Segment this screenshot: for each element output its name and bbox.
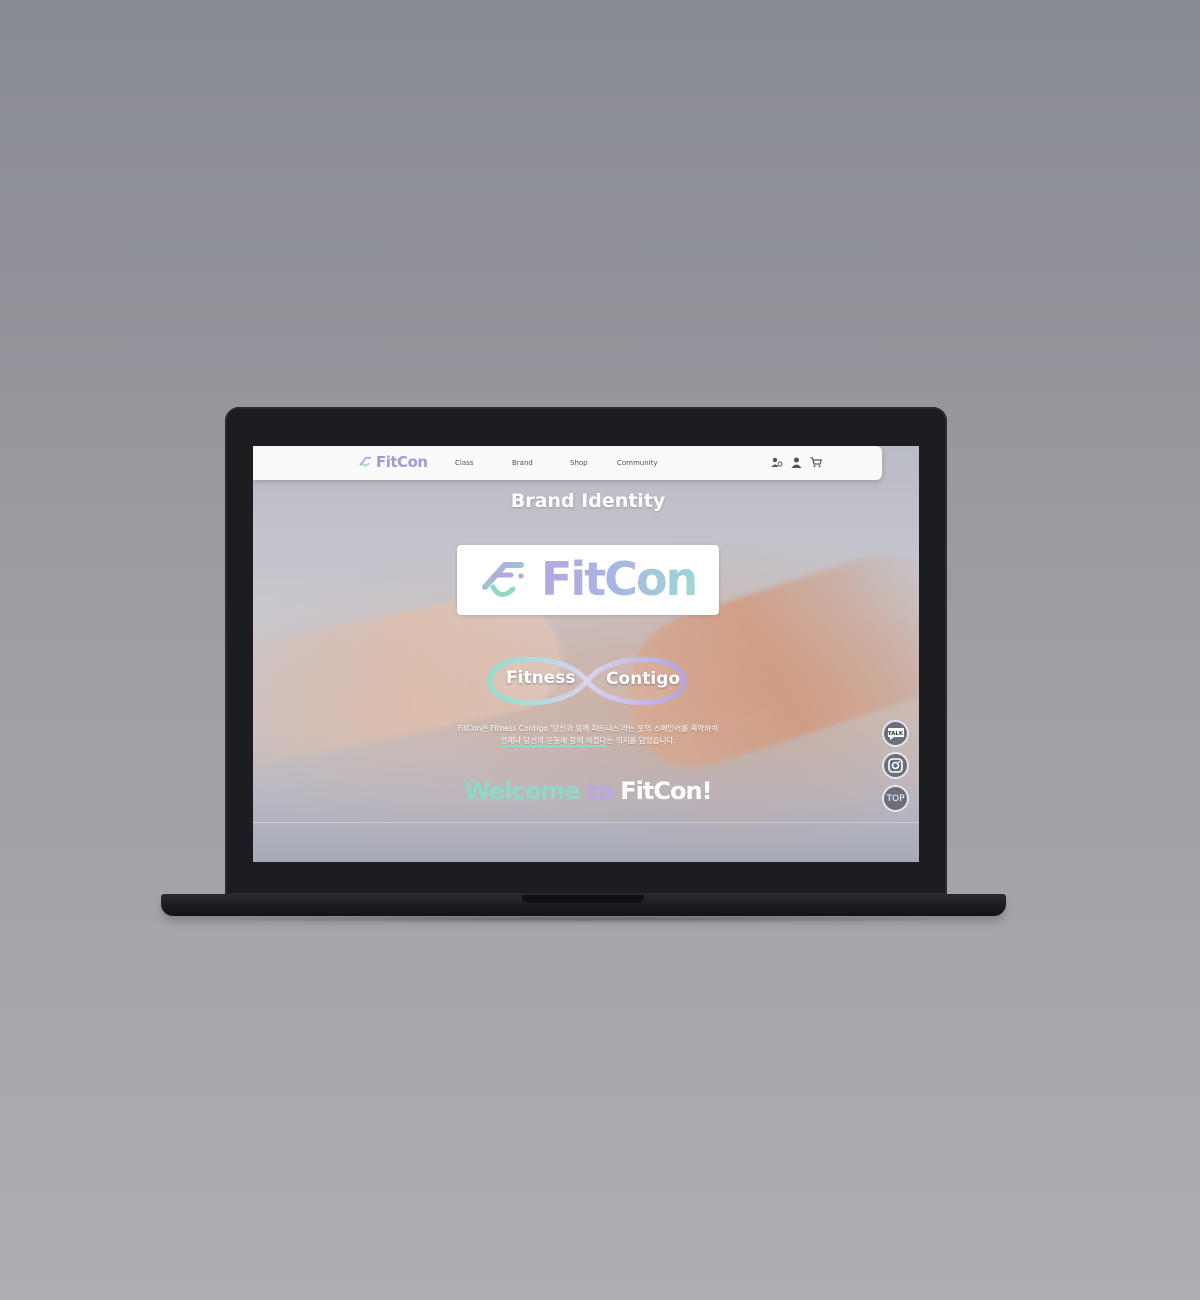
description-rest: 는 의지를 담았습니다. — [606, 736, 676, 745]
infinity-emblem: Fitness Contigo — [484, 649, 690, 718]
fitcon-mark-icon — [482, 562, 524, 597]
nav-logo-text: FitCon — [376, 453, 428, 471]
top-button[interactable]: TOP — [882, 785, 909, 812]
nav-link-brand[interactable]: Brand — [512, 459, 533, 467]
infinity-right-label: Contigo — [606, 669, 681, 689]
cart-icon[interactable] — [810, 457, 822, 468]
welcome-to: to — [586, 777, 614, 805]
brand-logo-text: FitCon — [541, 552, 698, 606]
user-icon[interactable] — [791, 457, 802, 468]
top-navbar: FitCon Class Brand Shop Community — [253, 446, 882, 480]
description-line-1: FitCon은 Fitness Contigo '당신과 함께 피트니스'라는 … — [457, 724, 719, 733]
nav-link-shop[interactable]: Shop — [570, 459, 588, 467]
description-highlight: 언제나 당신의 운동에 함께 하겠다 — [500, 736, 607, 747]
fitcon-mark-icon — [359, 456, 372, 467]
description-line-2: 언제나 당신의 운동에 함께 하겠다는 의지를 담았습니다. — [253, 735, 919, 747]
page-title: Brand Identity — [510, 490, 666, 512]
brand-logo-card: FitCon — [457, 545, 719, 615]
talk-button[interactable]: TALK — [882, 720, 909, 747]
welcome-word: Welcome — [464, 777, 580, 805]
welcome-heading: Welcome to FitCon! — [253, 777, 919, 805]
infinity-left-label: Fitness — [506, 668, 576, 688]
nav-link-class[interactable]: Class — [455, 459, 473, 467]
browser-screen: FitCon Class Brand Shop Community Brand … — [253, 446, 919, 862]
brand-description: FitCon은 Fitness Contigo '당신과 함께 피트니스'라는 … — [253, 723, 919, 747]
user-group-icon[interactable] — [771, 457, 783, 468]
instagram-icon — [888, 758, 903, 773]
laptop-shadow — [190, 915, 980, 923]
talk-label: TALK — [887, 731, 904, 737]
welcome-brand: FitCon! — [620, 777, 712, 805]
nav-logo[interactable]: FitCon — [359, 453, 428, 471]
laptop-notch — [522, 895, 644, 903]
top-label: TOP — [886, 793, 905, 804]
nav-icons — [771, 457, 822, 468]
instagram-button[interactable] — [882, 752, 909, 779]
nav-link-community[interactable]: Community — [617, 459, 658, 467]
